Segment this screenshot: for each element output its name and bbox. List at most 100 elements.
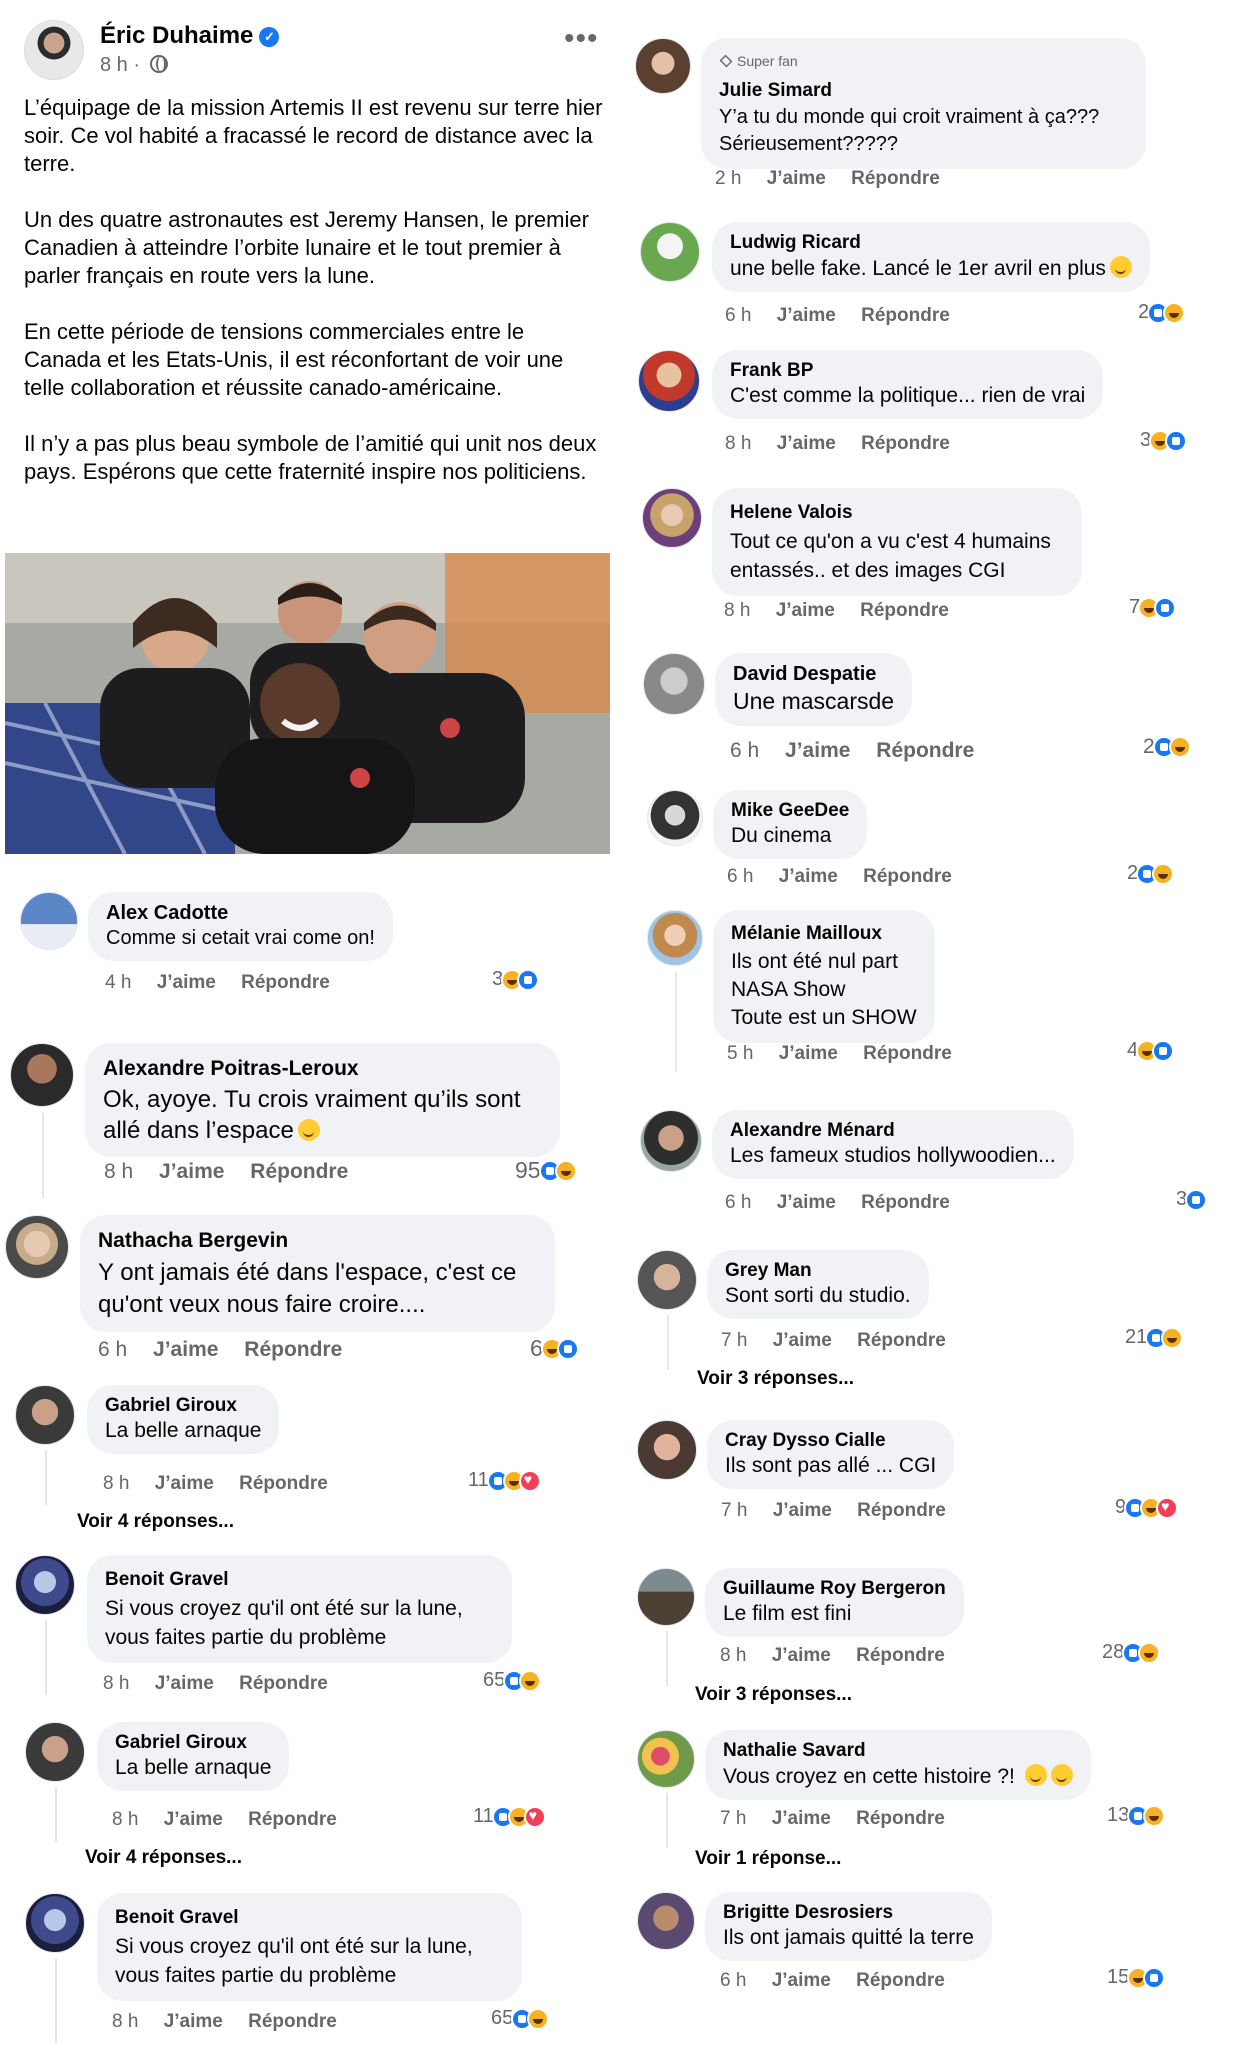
reactions[interactable]: 95 — [515, 1156, 577, 1184]
commenter-name[interactable]: Benoit Gravel — [105, 1565, 494, 1594]
reactions[interactable]: 2 — [1143, 735, 1191, 759]
reply-button[interactable]: Répondre — [876, 739, 974, 762]
like-button[interactable]: J’aime — [164, 1809, 223, 1830]
reply-button[interactable]: Répondre — [856, 1970, 945, 1991]
reply-button[interactable]: Répondre — [860, 600, 949, 621]
reply-button[interactable]: Répondre — [851, 168, 940, 189]
reactions[interactable]: 3 — [1140, 429, 1188, 452]
comment-time[interactable]: 6 h — [730, 739, 759, 762]
comment-time[interactable]: 8 h — [103, 1473, 129, 1494]
commenter-name[interactable]: Alexandre Poitras-Leroux — [103, 1053, 542, 1084]
commenter-avatar[interactable] — [643, 653, 705, 715]
like-button[interactable]: J’aime — [159, 1160, 224, 1183]
comment-time[interactable]: 6 h — [727, 866, 753, 887]
reactions[interactable]: 4 — [1127, 1039, 1175, 1062]
reply-button[interactable]: Répondre — [856, 1645, 945, 1666]
comment-time[interactable]: 8 h — [725, 433, 751, 454]
like-button[interactable]: J’aime — [772, 1970, 831, 1991]
reactions[interactable]: 65 — [491, 2007, 550, 2030]
like-button[interactable]: J’aime — [772, 1808, 831, 1829]
commenter-avatar[interactable] — [637, 1568, 695, 1626]
reply-button[interactable]: Répondre — [857, 1500, 946, 1521]
post-time[interactable]: 8 h · — [100, 54, 140, 76]
like-button[interactable]: J’aime — [773, 1330, 832, 1351]
reply-button[interactable]: Répondre — [248, 2011, 337, 2032]
reply-button[interactable]: Répondre — [244, 1338, 342, 1361]
more-options-icon[interactable]: ••• — [564, 22, 599, 56]
like-button[interactable]: J’aime — [777, 305, 836, 326]
reactions[interactable]: 6 — [530, 1334, 579, 1362]
comment-time[interactable]: 8 h — [112, 2011, 138, 2032]
reactions[interactable]: 28 — [1102, 1641, 1161, 1664]
reactions[interactable]: 11 — [468, 1469, 541, 1492]
reply-button[interactable]: Répondre — [250, 1160, 348, 1183]
comment-time[interactable]: 6 h — [720, 1970, 746, 1991]
reply-button[interactable]: Répondre — [861, 305, 950, 326]
commenter-name[interactable]: Alexandre Ménard — [730, 1120, 1056, 1142]
view-replies-link[interactable]: Voir 3 réponses... — [695, 1684, 852, 1706]
comment-time[interactable]: 8 h — [103, 1673, 129, 1694]
view-replies-link[interactable]: Voir 1 réponse... — [695, 1848, 841, 1870]
commenter-name[interactable]: Mélanie Mailloux — [731, 920, 917, 948]
reactions[interactable]: 2 — [1127, 862, 1175, 885]
commenter-name[interactable]: Nathacha Bergevin — [98, 1225, 537, 1257]
comment-time[interactable]: 7 h — [721, 1330, 747, 1351]
commenter-avatar[interactable] — [637, 1730, 695, 1788]
like-button[interactable]: J’aime — [155, 1673, 214, 1694]
reactions[interactable]: 3 — [492, 968, 540, 991]
commenter-avatar[interactable] — [5, 1215, 69, 1279]
commenter-avatar[interactable] — [20, 892, 78, 950]
commenter-name[interactable]: Frank BP — [730, 360, 1085, 382]
commenter-name[interactable]: Helene Valois — [730, 498, 1064, 527]
comment-time[interactable]: 2 h — [715, 168, 741, 189]
comment-time[interactable]: 5 h — [727, 1043, 753, 1064]
reply-button[interactable]: Répondre — [863, 1043, 952, 1064]
post-author-avatar[interactable] — [24, 20, 84, 80]
reply-button[interactable]: Répondre — [857, 1330, 946, 1351]
comment-time[interactable]: 6 h — [725, 1192, 751, 1213]
reply-button[interactable]: Répondre — [861, 1192, 950, 1213]
commenter-name[interactable]: Grey Man — [725, 1260, 911, 1282]
commenter-avatar[interactable] — [640, 222, 700, 282]
like-button[interactable]: J’aime — [157, 972, 216, 993]
comment-time[interactable]: 7 h — [720, 1808, 746, 1829]
reply-button[interactable]: Répondre — [239, 1673, 328, 1694]
comment-time[interactable]: 8 h — [724, 600, 750, 621]
reactions[interactable]: 13 — [1107, 1804, 1166, 1827]
like-button[interactable]: J’aime — [767, 168, 826, 189]
reactions[interactable]: 7 — [1129, 596, 1177, 619]
commenter-avatar[interactable] — [25, 1722, 85, 1782]
commenter-avatar[interactable] — [15, 1555, 75, 1615]
like-button[interactable]: J’aime — [773, 1500, 832, 1521]
reply-button[interactable]: Répondre — [861, 433, 950, 454]
comment-time[interactable]: 7 h — [721, 1500, 747, 1521]
commenter-avatar[interactable] — [637, 1250, 697, 1310]
reply-button[interactable]: Répondre — [239, 1473, 328, 1494]
like-button[interactable]: J’aime — [776, 600, 835, 621]
commenter-avatar[interactable] — [635, 38, 691, 94]
commenter-name[interactable]: Alex Cadotte — [106, 902, 375, 925]
reply-button[interactable]: Répondre — [248, 1809, 337, 1830]
reply-button[interactable]: Répondre — [856, 1808, 945, 1829]
reactions[interactable]: 2 — [1138, 301, 1186, 324]
reactions[interactable]: 21 — [1125, 1326, 1184, 1349]
comment-time[interactable]: 6 h — [98, 1338, 127, 1361]
like-button[interactable]: J’aime — [153, 1338, 218, 1361]
like-button[interactable]: J’aime — [164, 2011, 223, 2032]
commenter-name[interactable]: Cray Dysso Cialle — [725, 1430, 936, 1452]
commenter-avatar[interactable] — [638, 350, 700, 412]
commenter-avatar[interactable] — [642, 488, 702, 548]
commenter-name[interactable]: Nathalie Savard — [723, 1740, 1073, 1762]
like-button[interactable]: J’aime — [779, 1043, 838, 1064]
commenter-name[interactable]: Benoit Gravel — [115, 1903, 504, 1932]
like-button[interactable]: J’aime — [779, 866, 838, 887]
view-replies-link[interactable]: Voir 4 réponses... — [85, 1847, 242, 1869]
comment-time[interactable]: 6 h — [725, 305, 751, 326]
post-photo[interactable] — [5, 553, 610, 854]
commenter-name[interactable]: Julie Simard — [719, 77, 1128, 104]
like-button[interactable]: J’aime — [777, 1192, 836, 1213]
commenter-avatar[interactable] — [647, 790, 703, 846]
commenter-name[interactable]: Guillaume Roy Bergeron — [723, 1578, 946, 1600]
commenter-avatar[interactable] — [637, 1420, 697, 1480]
commenter-avatar[interactable] — [15, 1385, 75, 1445]
